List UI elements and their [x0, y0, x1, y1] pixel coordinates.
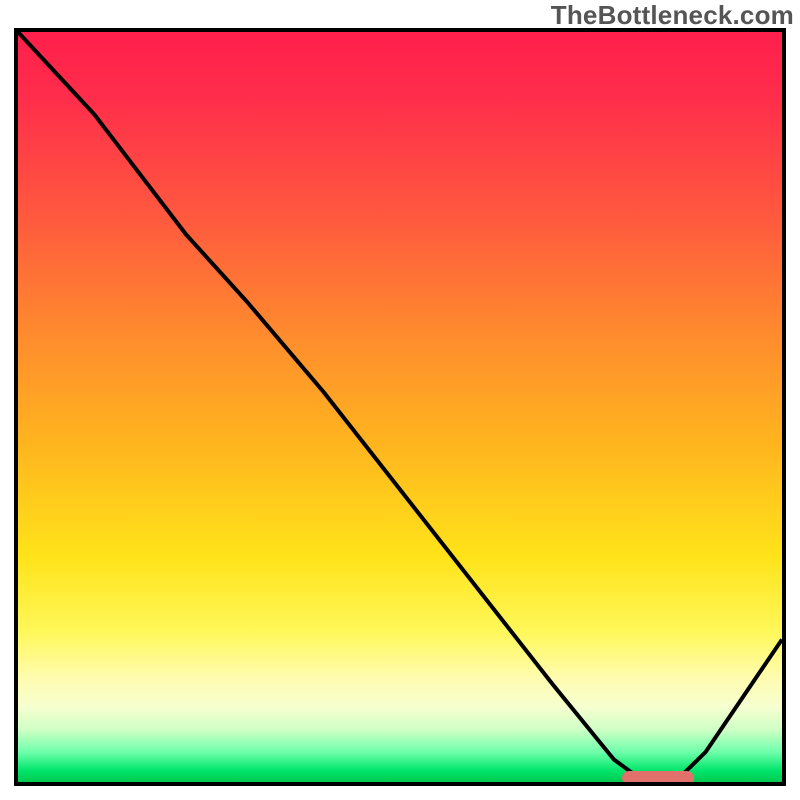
bottleneck-curve-path [18, 32, 782, 782]
curve-svg [18, 32, 782, 782]
watermark-text: TheBottleneck.com [551, 0, 794, 31]
optimal-zone-marker [622, 771, 695, 785]
plot-area [14, 28, 786, 786]
chart-stage: TheBottleneck.com [0, 0, 800, 800]
